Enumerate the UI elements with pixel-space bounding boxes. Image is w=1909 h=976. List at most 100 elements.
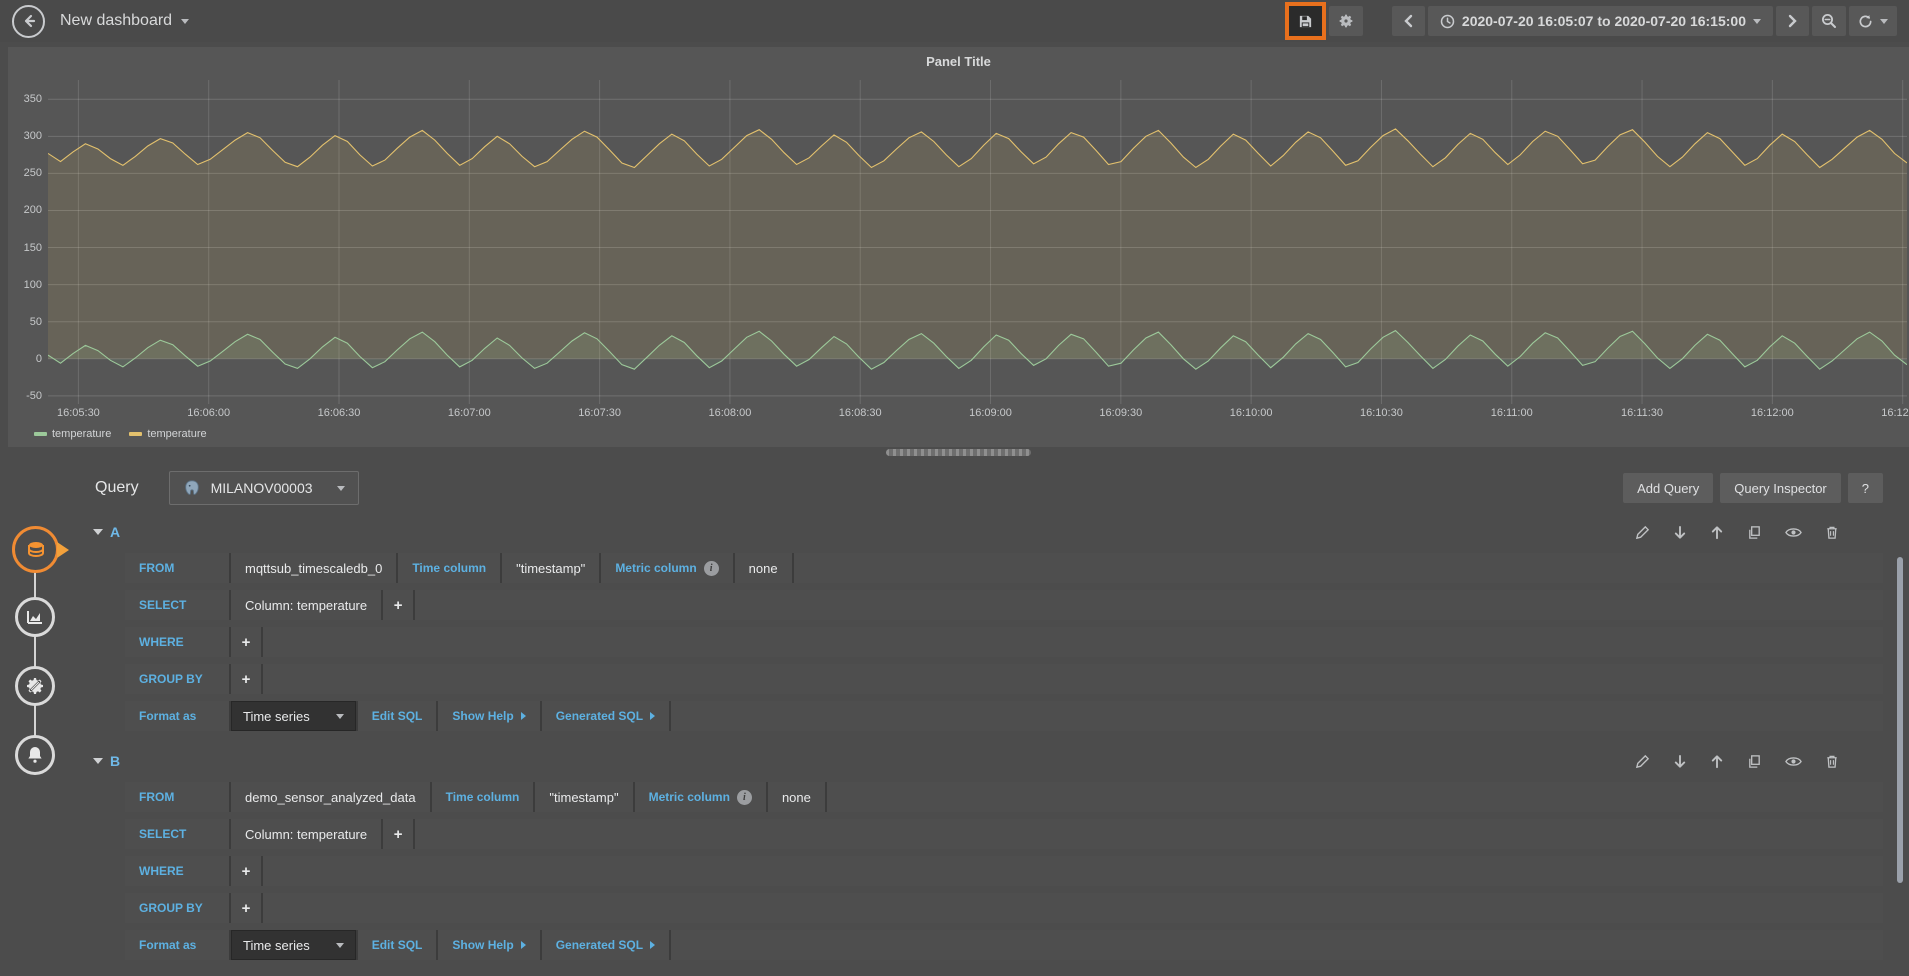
save-dashboard-button[interactable] — [1289, 6, 1322, 36]
x-axis: 16:05:3016:06:0016:06:3016:07:0016:07:30… — [48, 407, 1907, 422]
where-label: WHERE — [125, 627, 229, 657]
where-row: WHERE + — [125, 856, 1883, 886]
show-help-text: Show Help — [452, 938, 513, 952]
panel-title[interactable]: Panel Title — [8, 54, 1909, 69]
tab-general[interactable] — [15, 666, 55, 706]
query-letter[interactable]: A — [110, 524, 120, 540]
generated-sql-button[interactable]: Generated SQL — [542, 701, 669, 731]
tab-visualization[interactable] — [15, 597, 55, 637]
format-row: Format as Time series Edit SQL Show Help… — [125, 930, 1883, 960]
y-axis-label: 50 — [8, 316, 42, 328]
legend-item-temperature-yellow[interactable]: temperature — [129, 428, 206, 440]
collapse-caret-icon[interactable] — [93, 758, 103, 764]
metric-column-value[interactable]: none — [768, 782, 825, 812]
generated-sql-text: Generated SQL — [556, 709, 643, 723]
chevron-right-icon — [1788, 14, 1798, 28]
table-segment[interactable]: mqttsub_timescaledb_0 — [231, 553, 396, 583]
tab-alert[interactable] — [15, 735, 55, 775]
time-column-value[interactable]: "timestamp" — [502, 553, 599, 583]
clock-icon — [1440, 14, 1455, 29]
metric-column-value[interactable]: none — [735, 553, 792, 583]
select-column-segment[interactable]: Column: temperature — [231, 819, 381, 849]
query-letter[interactable]: B — [110, 753, 120, 769]
y-axis-label: 150 — [8, 242, 42, 254]
top-navbar: New dashboard — [0, 0, 1909, 42]
add-query-button[interactable]: Add Query — [1623, 473, 1713, 503]
time-range-picker[interactable]: 2020-07-20 16:05:07 to 2020-07-20 16:15:… — [1428, 6, 1773, 36]
move-query-up-icon[interactable] — [1710, 525, 1724, 540]
dashboard-title[interactable]: New dashboard — [60, 12, 189, 30]
time-range-text: 2020-07-20 16:05:07 to 2020-07-20 16:15:… — [1462, 13, 1746, 29]
back-button[interactable] — [12, 5, 45, 38]
zoom-out-button[interactable] — [1812, 6, 1846, 36]
format-as-dropdown[interactable]: Time series — [231, 930, 356, 960]
delete-query-trash-icon[interactable] — [1825, 754, 1839, 769]
legend-item-temperature-green[interactable]: temperature — [34, 428, 111, 440]
info-icon: i — [704, 561, 719, 576]
time-column-value[interactable]: "timestamp" — [535, 782, 632, 812]
legend-swatch-yellow — [129, 432, 142, 436]
datasource-picker[interactable]: MILANOV00003 — [169, 471, 359, 505]
select-row: SELECT Column: temperature + — [125, 590, 1883, 620]
add-select-button[interactable]: + — [383, 590, 413, 620]
metric-column-label[interactable]: Metric column i — [635, 782, 766, 812]
panel-resize-handle[interactable] — [886, 449, 1031, 456]
move-query-up-icon[interactable] — [1710, 754, 1724, 769]
query-area-scrollbar[interactable] — [1897, 557, 1903, 883]
delete-query-trash-icon[interactable] — [1825, 525, 1839, 540]
from-row: FROM mqttsub_timescaledb_0 Time column "… — [125, 553, 1883, 583]
add-where-button[interactable]: + — [231, 856, 261, 886]
group-by-row: GROUP BY + — [125, 664, 1883, 694]
plot-area[interactable] — [48, 80, 1907, 404]
show-help-button[interactable]: Show Help — [438, 701, 539, 731]
refresh-button[interactable] — [1849, 6, 1897, 36]
legend-label: temperature — [147, 428, 206, 440]
toggle-query-eye-icon[interactable] — [1785, 755, 1802, 768]
toggle-query-eye-icon[interactable] — [1785, 526, 1802, 539]
edit-sql-button[interactable]: Edit SQL — [358, 930, 437, 960]
duplicate-query-icon[interactable] — [1747, 754, 1762, 769]
time-column-label[interactable]: Time column — [398, 553, 500, 583]
edit-query-pencil-icon[interactable] — [1635, 754, 1650, 769]
format-as-value: Time series — [243, 938, 310, 953]
query-editor-card: Query MILANOV00003 Add Query Query Inspe… — [85, 470, 1883, 976]
time-forward-button[interactable] — [1776, 6, 1809, 36]
move-query-down-icon[interactable] — [1673, 754, 1687, 769]
legend-swatch-green — [34, 432, 47, 436]
from-label: FROM — [125, 553, 229, 583]
show-help-button[interactable]: Show Help — [438, 930, 539, 960]
edit-sql-button[interactable]: Edit SQL — [358, 701, 437, 731]
move-query-down-icon[interactable] — [1673, 525, 1687, 540]
format-row: Format as Time series Edit SQL Show Help… — [125, 701, 1883, 731]
x-axis-label: 16:10:00 — [1216, 407, 1286, 419]
x-axis-label: 16:10:30 — [1346, 407, 1416, 419]
x-axis-label: 16:08:00 — [695, 407, 765, 419]
duplicate-query-icon[interactable] — [1747, 525, 1762, 540]
query-block-a: A FROM mqttsub_timescaledb_0 Time column… — [85, 518, 1883, 731]
query-inspector-button[interactable]: Query Inspector — [1720, 473, 1841, 503]
edit-query-pencil-icon[interactable] — [1635, 525, 1650, 540]
time-column-label[interactable]: Time column — [432, 782, 534, 812]
bell-icon — [25, 745, 45, 765]
generated-sql-button[interactable]: Generated SQL — [542, 930, 669, 960]
dashboard-settings-button[interactable] — [1329, 6, 1363, 36]
metric-column-label[interactable]: Metric column i — [601, 553, 732, 583]
add-group-by-button[interactable]: + — [231, 664, 261, 694]
collapse-caret-icon[interactable] — [93, 529, 103, 535]
help-button[interactable]: ? — [1848, 473, 1883, 503]
legend-label: temperature — [52, 428, 111, 440]
chevron-down-icon — [336, 714, 344, 719]
add-group-by-button[interactable]: + — [231, 893, 261, 923]
format-as-label: Format as — [125, 701, 229, 731]
add-where-button[interactable]: + — [231, 627, 261, 657]
tab-queries[interactable] — [12, 526, 59, 573]
x-axis-label: 16:09:30 — [1086, 407, 1156, 419]
x-axis-label: 16:11:30 — [1607, 407, 1677, 419]
add-select-button[interactable]: + — [383, 819, 413, 849]
row-filler — [794, 553, 1883, 583]
select-column-segment[interactable]: Column: temperature — [231, 590, 381, 620]
format-as-dropdown[interactable]: Time series — [231, 701, 356, 731]
table-segment[interactable]: demo_sensor_analyzed_data — [231, 782, 430, 812]
refresh-icon — [1858, 14, 1873, 29]
time-back-button[interactable] — [1392, 6, 1425, 36]
